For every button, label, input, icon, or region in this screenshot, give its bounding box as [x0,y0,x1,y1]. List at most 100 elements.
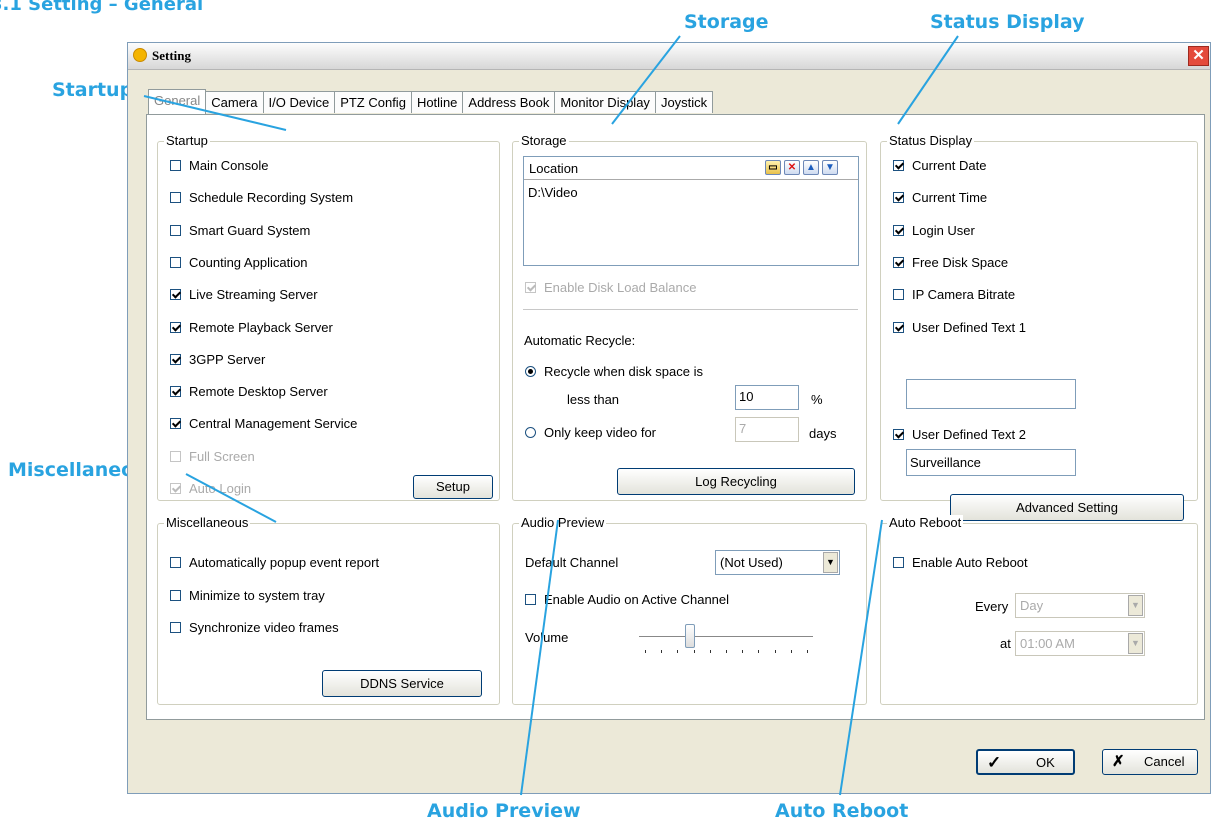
status-item-checkbox[interactable]: Current Date [893,158,986,173]
ok-button[interactable]: ✓ OK [976,749,1075,775]
volume-tick [709,650,711,653]
misc-item-checkbox[interactable]: Automatically popup event report [170,555,379,570]
user-text2-label: User Defined Text 2 [912,427,1026,442]
days-unit: days [809,426,837,441]
chevron-down-icon: ▼ [823,552,838,573]
startup-item-checkbox[interactable]: Main Console [170,158,269,173]
every-label: Every [975,599,1009,614]
startup-item-checkbox[interactable]: Live Streaming Server [170,287,318,302]
startup-item-checkbox[interactable]: Central Management Service [170,416,357,431]
recycle-when-radio[interactable]: Recycle when disk space is [525,364,703,379]
startup-item-label: Main Console [189,158,269,173]
volume-thumb[interactable] [684,624,695,648]
startup-item-checkbox[interactable]: Schedule Recording System [170,190,353,205]
move-up-icon[interactable]: ▲ [803,160,819,175]
tab-hotline[interactable]: Hotline [410,91,464,113]
enable-audio-active-checkbox[interactable]: Enable Audio on Active Channel [525,592,729,607]
auto-reboot-group-title: Auto Reboot [887,515,964,530]
callout-startup: Startup [52,79,134,101]
location-header: Location ▭ ✕ ▲ ▼ [524,157,858,180]
cancel-button[interactable]: ✗ Cancel [1102,749,1198,775]
tab-bar: General Camera I/O Device PTZ Config Hotline… [148,89,714,114]
startup-item-checkbox[interactable]: Remote Playback Server [170,320,333,335]
tab-general[interactable]: General [148,89,207,114]
callout-audio-preview: Audio Preview [427,800,581,822]
only-keep-radio-dot [525,427,536,438]
misc-item-checkbox[interactable]: Minimize to system tray [170,588,325,603]
less-than-label: less than [567,392,620,407]
startup-item-label: Counting Application [189,254,308,270]
audio-preview-group: Audio Preview Default Channel (Not Used)… [512,515,867,705]
only-keep-radio[interactable]: Only keep video for [525,425,656,440]
startup-item-checkbox: Full Screen [170,449,255,464]
status-item-box [893,160,904,171]
volume-tick [677,650,679,653]
location-list[interactable]: Location ▭ ✕ ▲ ▼ D:\Video [523,156,859,266]
default-channel-select[interactable]: (Not Used) ▼ [715,550,840,575]
volume-slider[interactable] [639,622,815,654]
setup-button[interactable]: Setup [413,475,493,499]
tab-address-book[interactable]: Address Book [462,91,556,113]
ddns-service-button[interactable]: DDNS Service [322,670,482,697]
days-input[interactable]: 7 [735,417,799,442]
status-item-checkbox[interactable]: Login User [893,223,975,238]
volume-label: Volume [525,630,569,645]
folder-icon[interactable]: ▭ [765,160,781,175]
tab-monitor-display[interactable]: Monitor Display [554,91,656,113]
volume-tick [742,650,744,653]
recycle-when-radio-dot [525,366,536,377]
user-text2-checkbox[interactable]: User Defined Text 2 [893,427,1026,442]
move-down-icon[interactable]: ▼ [822,160,838,175]
tab-camera[interactable]: Camera [205,91,264,113]
at-select[interactable]: 01:00 AM ▼ [1015,631,1145,656]
startup-item-checkbox[interactable]: 3GPP Server [170,352,265,367]
status-item-checkbox[interactable]: User Defined Text 1 [893,320,1026,335]
ok-label: OK [1036,755,1055,770]
log-recycling-button[interactable]: Log Recycling [617,468,855,495]
startup-item-label: Remote Desktop Server [189,384,328,400]
user-text2-input[interactable]: Surveillance [906,449,1076,476]
startup-group-title: Startup [164,133,210,148]
advanced-setting-button[interactable]: Advanced Setting [950,494,1184,521]
status-item-box [893,289,904,301]
enable-auto-reboot-checkbox[interactable]: Enable Auto Reboot [893,555,1028,570]
disk-load-balance-checkbox: Enable Disk Load Balance [525,280,697,295]
misc-item-checkbox[interactable]: Synchronize video frames [170,620,339,635]
startup-item-checkbox[interactable]: Remote Desktop Server [170,384,328,399]
app-icon [133,48,147,62]
startup-item-box [170,160,181,171]
every-select[interactable]: Day ▼ [1015,593,1145,618]
default-channel-value: (Not Used) [720,555,783,570]
startup-item-box [170,321,181,333]
auto-reboot-group: Auto Reboot Enable Auto Reboot Every Day… [880,515,1198,705]
startup-item-label: Live Streaming Server [189,287,318,303]
status-item-checkbox[interactable]: Current Time [893,190,987,205]
tab-ptz-config[interactable]: PTZ Config [334,91,412,113]
startup-item-checkbox[interactable]: Smart Guard System [170,223,310,238]
location-item[interactable]: D:\Video [528,185,578,200]
startup-item-box [170,418,181,430]
status-item-checkbox[interactable]: IP Camera Bitrate [893,287,1015,302]
startup-item-label: Remote Playback Server [189,319,333,335]
startup-item-checkbox[interactable]: Counting Application [170,255,308,270]
user-text1-input[interactable] [906,379,1076,409]
delete-icon[interactable]: ✕ [784,160,800,175]
setting-window: Setting ✕ General Camera I/O Device PTZ Con… [127,42,1211,794]
misc-item-label: Minimize to system tray [189,587,325,603]
volume-tick [693,650,695,653]
tab-i-o-device[interactable]: I/O Device [262,91,336,113]
startup-item-label: Auto Login [189,481,252,496]
auto-recycle-label: Automatic Recycle: [524,333,636,348]
percent-input[interactable]: 10 [735,385,799,410]
status-item-box [893,256,904,268]
title-bar: Setting ✕ [128,43,1210,70]
close-button[interactable]: ✕ [1188,46,1209,66]
status-display-group-title: Status Display [887,133,975,148]
default-channel-label: Default Channel [525,555,619,570]
status-item-checkbox[interactable]: Free Disk Space [893,255,1008,270]
startup-item-box [170,353,181,365]
only-keep-label: Only keep video for [544,425,657,440]
enable-audio-active-label: Enable Audio on Active Channel [544,592,730,607]
tab-joystick[interactable]: Joystick [654,91,714,113]
volume-tick [661,650,663,653]
